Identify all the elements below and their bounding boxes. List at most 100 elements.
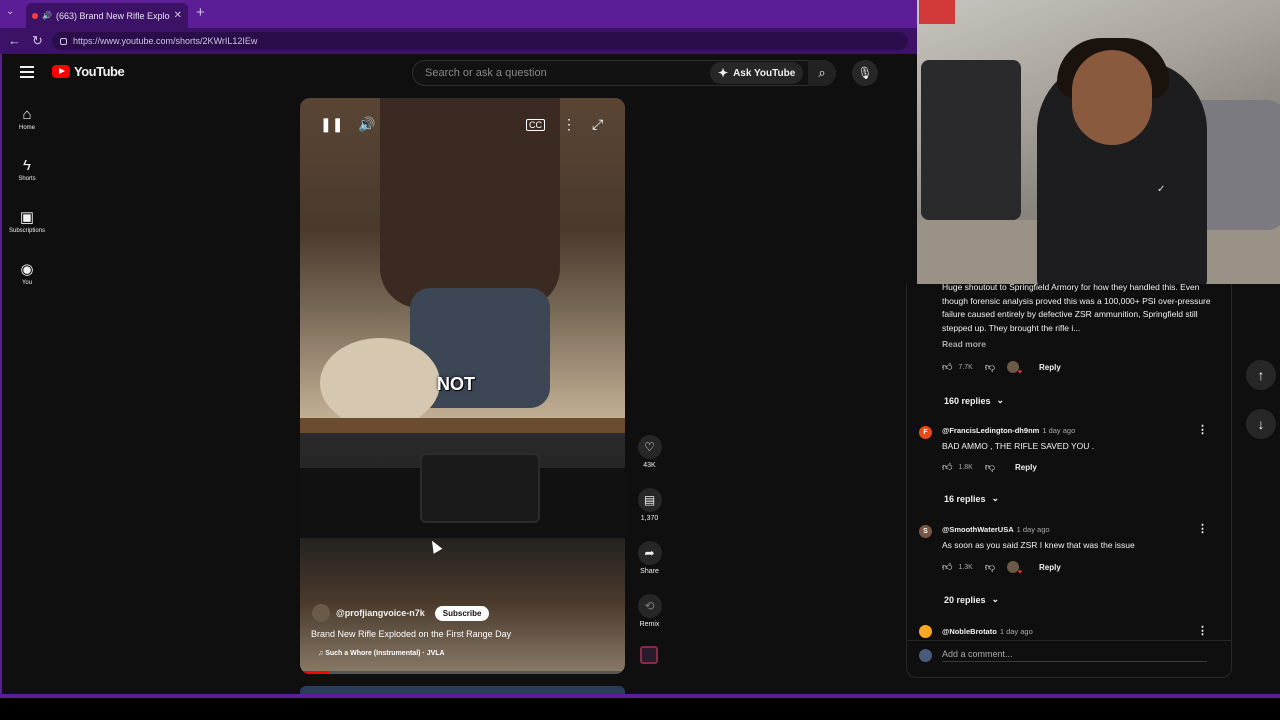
close-tab-icon[interactable]: ✕ [174,10,182,21]
chevron-down-icon: ⌄ [996,395,1005,405]
shorts-icon: ϟ [23,157,31,174]
captions-icon[interactable]: CC [526,119,545,131]
swoosh-logo-icon: ✓ [1157,184,1166,195]
volume-icon[interactable]: 🔊 [358,116,375,133]
comment-time: 1 day ago [1042,426,1076,435]
previous-short-arrow-icon[interactable]: ↑ [1246,360,1276,390]
comment-text: Huge shoutout to Springfield Armory for … [942,284,1211,333]
sidebar-item-you[interactable]: ◉ You [4,260,50,286]
comment-avatar[interactable] [919,625,932,638]
like-count: 43K [643,462,656,469]
url-text: https://www.youtube.com/shorts/2KWrIL12I… [73,36,258,46]
channel-avatar[interactable] [312,604,330,622]
more-options-icon[interactable]: ⋮ [562,116,576,133]
song-link[interactable]: ♫ Such a Whore (Instrumental) · JVLA [318,650,445,657]
user-avatar [919,649,932,662]
tab-list-chevron-icon[interactable]: ⌄ [6,6,14,17]
fullscreen-icon[interactable]: ⤢ [592,116,603,133]
next-short-preview[interactable] [300,686,625,694]
channel-name[interactable]: @profjiangvoice-n7k [336,608,425,618]
comment-text: As soon as you said ZSR I knew that was … [942,540,1135,550]
remix-label: Remix [639,621,660,628]
reply-button[interactable]: Reply [1039,363,1061,372]
sidebar-item-label: Home [18,125,35,131]
screen: ⌄ 🔊 (663) Brand New Rifle Explode ✕ + ← … [0,0,1280,720]
url-field[interactable]: https://www.youtube.com/shorts/2KWrIL12I… [52,32,908,50]
comment-icon: ▤ [637,488,662,512]
view-replies-button[interactable]: 20 replies ⌄ [944,594,999,605]
sidebar-item-shorts[interactable]: ϟ Shorts [4,157,50,182]
comment-actions: 👍︎ 1.8K 👎︎ Reply [942,461,1037,473]
video-progress-bar[interactable] [300,671,625,674]
video-rock [320,338,440,428]
comment-author: @FrancisLedington-dh9nm [942,426,1040,435]
screen-bottom-edge [0,698,1280,720]
plus-icon[interactable]: + [196,4,205,21]
thumbs-down-icon[interactable]: 👎︎ [985,461,995,473]
microphone-icon[interactable]: 🎙 [852,60,878,86]
thumbs-down-icon[interactable]: 👎︎ [985,361,995,373]
comment-more-icon[interactable]: ⋮ [1197,423,1208,436]
reply-button[interactable]: Reply [1039,563,1061,572]
browser-tab[interactable]: 🔊 (663) Brand New Rifle Explode ✕ [26,3,188,28]
thumbs-up-icon[interactable]: 👍︎ [942,561,952,573]
short-video-player[interactable]: NOT ❚❚ 🔊 CC ⋮ ⤢ @profjiangvoice-n7k Subs… [300,98,625,674]
view-replies-button[interactable]: 160 replies ⌄ [944,395,1004,406]
video-caption: NOT [437,374,475,394]
reload-icon[interactable]: ↻ [32,33,43,49]
site-info-icon[interactable] [60,37,67,45]
like-count: 7.7K [958,363,973,371]
add-comment-input[interactable]: Add a comment... [942,649,1207,662]
like-count: 1.3K [958,563,973,571]
comment-text: BAD AMMO , THE RIFLE SAVED YOU . [942,441,1095,451]
comments-button[interactable]: ▤ 1,370 [636,488,663,522]
comment-avatar[interactable]: S [919,525,932,538]
comment-avatar[interactable]: F [919,426,932,439]
back-arrow-icon[interactable]: ← [8,33,21,48]
chevron-down-icon: ⌄ [991,493,1000,503]
progress-fill [300,671,330,674]
comment-more-icon[interactable]: ⋮ [1197,522,1208,535]
webcam-red-object [919,0,955,24]
replies-count: 16 replies [944,493,986,504]
logo-text: YouTube [74,64,125,79]
window-border-left [0,54,2,698]
home-icon: ⌂ [22,106,32,123]
share-button[interactable]: ➦ Share [636,541,663,575]
comment-author-row[interactable]: @SmoothWaterUSA 1 day ago [942,525,1050,534]
read-more-link[interactable]: Read more [942,339,986,349]
thumbs-up-icon[interactable]: 👍︎ [942,461,952,473]
reply-button[interactable]: Reply [1015,463,1037,472]
comment-author-row[interactable]: @NobleBrotato 1 day ago [942,627,1033,636]
thumbs-up-icon[interactable]: 👍︎ [942,361,952,373]
ask-sparkle-icon: ✦ [718,66,729,80]
video-title[interactable]: Brand New Rifle Exploded on the First Ra… [311,629,511,639]
remix-button[interactable]: ⟲ Remix [636,594,663,628]
sound-thumbnail[interactable] [640,646,658,664]
sidebar-item-subscriptions[interactable]: ▣ Subscriptions [4,208,50,234]
view-replies-button[interactable]: 16 replies ⌄ [944,493,999,504]
ask-youtube-label: Ask YouTube [733,67,796,79]
youtube-logo[interactable]: YouTube [52,64,125,79]
subscribe-button[interactable]: Subscribe [434,605,490,621]
pause-icon[interactable]: ❚❚ [320,116,343,133]
sidebar-item-home[interactable]: ⌂ Home [4,106,50,131]
webcam-overlay: ✓ [917,0,1280,284]
sidebar-item-label: Shorts [18,176,36,182]
channel-row: @profjiangvoice-n7k Subscribe [312,604,490,622]
menu-icon[interactable] [20,66,34,78]
creator-heart-icon [1007,361,1022,376]
comment-time: 1 day ago [1016,525,1050,534]
browser-tab-bar: ⌄ 🔊 (663) Brand New Rifle Explode ✕ + [0,0,917,28]
search-icon[interactable]: ⌕ [808,60,836,86]
remix-icon: ⟲ [637,594,662,618]
thumbs-down-icon[interactable]: 👎︎ [985,561,995,573]
creator-heart-icon [1007,561,1022,576]
webcam-head [1072,50,1152,145]
like-button[interactable]: ♡ 43K [636,435,663,469]
ask-youtube-button[interactable]: ✦ Ask YouTube [710,62,804,84]
search-placeholder: Search or ask a question [425,67,547,79]
next-short-arrow-icon[interactable]: ↓ [1246,409,1276,439]
comment-more-icon[interactable]: ⋮ [1197,624,1208,637]
comment-author-row[interactable]: @FrancisLedington-dh9nm 1 day ago [942,426,1075,435]
